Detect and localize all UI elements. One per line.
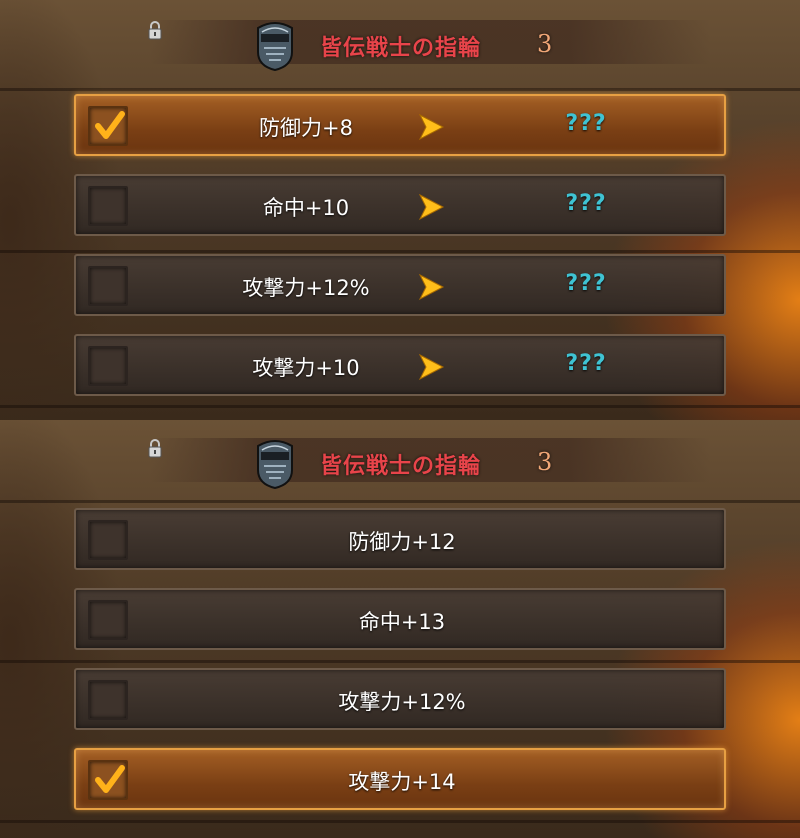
option-row[interactable]: 攻撃力+10 ??? bbox=[74, 334, 726, 396]
option-row[interactable]: 攻撃力+14 bbox=[74, 748, 726, 810]
item-level: 3 bbox=[537, 448, 553, 476]
option-result-unknown: ??? bbox=[565, 271, 607, 296]
option-current-stat: 攻撃力+10 bbox=[252, 356, 360, 380]
background-plank bbox=[0, 405, 800, 408]
arrow-right-icon bbox=[418, 273, 445, 301]
option-row[interactable]: 攻撃力+12% bbox=[74, 668, 726, 730]
item-level: 3 bbox=[537, 30, 553, 58]
option-result-unknown: ??? bbox=[565, 191, 607, 216]
lock-icon[interactable] bbox=[147, 20, 163, 40]
option-checkbox[interactable] bbox=[88, 186, 128, 226]
option-row[interactable]: 命中+13 bbox=[74, 588, 726, 650]
option-current-stat: 防御力+8 bbox=[259, 116, 353, 140]
option-new-stat: 攻撃力+12% bbox=[338, 690, 466, 714]
background-plank bbox=[0, 820, 800, 823]
option-row[interactable]: 命中+10 ??? bbox=[74, 174, 726, 236]
background-plank bbox=[0, 250, 800, 253]
arrow-right-icon bbox=[418, 193, 445, 221]
option-new-stat: 命中+13 bbox=[358, 610, 446, 634]
background-plank bbox=[0, 660, 800, 663]
option-new-stat: 防御力+12 bbox=[348, 530, 456, 554]
option-checkbox[interactable] bbox=[88, 266, 128, 306]
option-current-stat: 命中+10 bbox=[262, 196, 350, 220]
enchant-panel-before: 皆伝戦士の指輪 3 防御力+8 ??? 命中+10 ??? 攻撃力+12% ??… bbox=[0, 0, 800, 420]
arrow-right-icon bbox=[418, 113, 445, 141]
option-row[interactable]: 攻撃力+12% ??? bbox=[74, 254, 726, 316]
option-checkbox[interactable] bbox=[88, 346, 128, 386]
option-row[interactable]: 防御力+12 bbox=[74, 508, 726, 570]
mask-icon bbox=[257, 440, 293, 490]
option-new-stat: 攻撃力+14 bbox=[348, 770, 456, 794]
option-result-unknown: ??? bbox=[565, 111, 607, 136]
item-title: 皆伝戦士の指輪 bbox=[320, 36, 482, 61]
background-plank bbox=[0, 88, 800, 91]
checkmark-icon bbox=[95, 111, 125, 139]
arrow-right-icon bbox=[418, 353, 445, 381]
option-checkbox[interactable] bbox=[88, 106, 128, 146]
enchant-panel-after: 皆伝戦士の指輪 3 防御力+12 命中+13 攻撃力+12% 攻撃力+14 bbox=[0, 420, 800, 838]
option-row[interactable]: 防御力+8 ??? bbox=[74, 94, 726, 156]
mask-icon bbox=[257, 22, 293, 72]
background-plank bbox=[0, 500, 800, 503]
item-title: 皆伝戦士の指輪 bbox=[320, 454, 482, 479]
option-current-stat: 攻撃力+12% bbox=[242, 276, 370, 300]
option-result-unknown: ??? bbox=[565, 351, 607, 376]
lock-icon[interactable] bbox=[147, 438, 163, 458]
